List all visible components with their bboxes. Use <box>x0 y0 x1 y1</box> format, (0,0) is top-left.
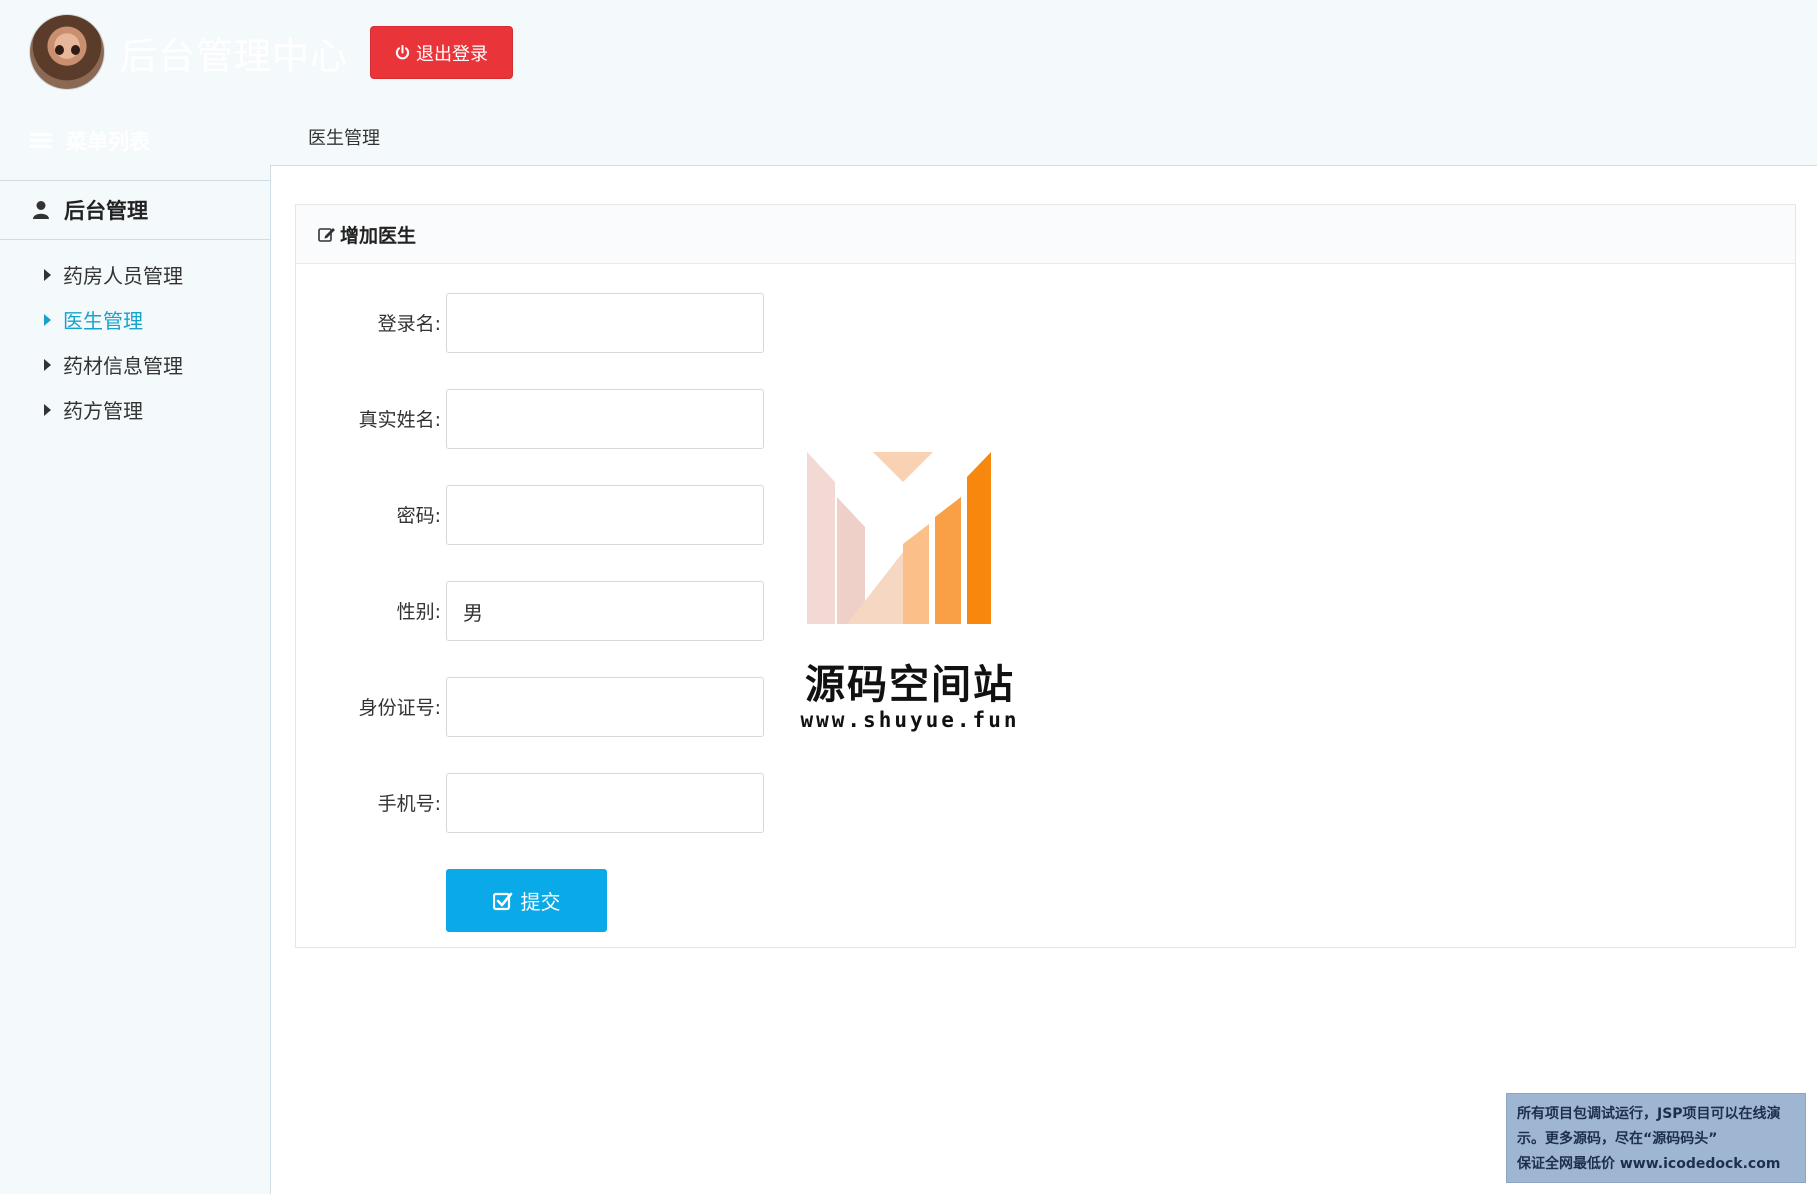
sidebar-item-label: 药方管理 <box>63 399 143 423</box>
caret-right-icon <box>44 268 51 281</box>
add-doctor-panel: 增加医生 登录名: 真实姓名: 密码: 性别: 身份证号: 手机号: <box>295 204 1796 948</box>
sidebar-item-prescriptions[interactable]: 药方管理 <box>0 387 270 432</box>
sidebar-list: 药房人员管理 医生管理 药材信息管理 药方管理 <box>0 240 270 432</box>
sidebar-item-label: 医生管理 <box>63 309 143 333</box>
menu-heading-label: 菜单列表 <box>66 130 150 154</box>
edit-icon <box>318 228 335 242</box>
real-name-label: 真实姓名: <box>358 409 441 431</box>
submit-label: 提交 <box>520 890 561 914</box>
watermark-logo: 源码空间站 www.shuyue.fun <box>795 452 1030 742</box>
top-header: 后台管理中心 退出登录 <box>0 0 1817 100</box>
panel-title: 增加医生 <box>340 224 417 247</box>
user-avatar <box>30 15 104 89</box>
check-square-icon <box>492 892 512 910</box>
panel-header: 增加医生 <box>296 205 1795 264</box>
password-label: 密码: <box>396 505 441 527</box>
menu-heading: 菜单列表 <box>30 126 150 156</box>
caret-right-icon <box>44 403 51 416</box>
watermark-logo-icon <box>807 452 991 624</box>
gender-label: 性别: <box>396 601 441 623</box>
gender-input[interactable] <box>446 581 764 641</box>
notice-line-3: 保证全网最低价 www.icodedock.com <box>1517 1156 1781 1172</box>
id-number-input[interactable] <box>446 677 764 737</box>
login-name-row: 登录名: <box>296 293 996 355</box>
sidebar-group-admin[interactable]: 后台管理 <box>0 181 270 240</box>
id-number-label: 身份证号: <box>358 697 441 719</box>
main-content: 增加医生 登录名: 真实姓名: 密码: 性别: 身份证号: 手机号: <box>270 165 1817 1194</box>
notice-line-2: 示。更多源码，尽在“源码码头” <box>1517 1131 1718 1147</box>
sidebar: 后台管理 药房人员管理 医生管理 药材信息管理 药方管理 <box>0 180 270 1194</box>
submit-button[interactable]: 提交 <box>446 869 607 932</box>
phone-label: 手机号: <box>377 793 441 815</box>
notice-line-1: 所有项目包调试运行，JSP项目可以在线演 <box>1517 1106 1781 1122</box>
password-input[interactable] <box>446 485 764 545</box>
logout-button[interactable]: 退出登录 <box>370 26 513 79</box>
app-title: 后台管理中心 <box>120 35 348 78</box>
phone-input[interactable] <box>446 773 764 833</box>
sidebar-item-doctors[interactable]: 医生管理 <box>0 297 270 342</box>
sidebar-item-label: 药材信息管理 <box>63 354 183 378</box>
sidebar-item-herbs[interactable]: 药材信息管理 <box>0 342 270 387</box>
login-name-input[interactable] <box>446 293 764 353</box>
login-name-label: 登录名: <box>377 313 441 335</box>
sidebar-item-pharmacy-staff[interactable]: 药房人员管理 <box>0 252 270 297</box>
watermark-name: 源码空间站 <box>805 662 1015 708</box>
menu-icon <box>30 133 52 149</box>
phone-row: 手机号: <box>296 773 996 835</box>
breadcrumb: 医生管理 <box>308 128 380 149</box>
sidebar-group-label: 后台管理 <box>64 199 148 223</box>
user-icon <box>33 201 49 219</box>
real-name-row: 真实姓名: <box>296 389 996 451</box>
caret-right-icon <box>44 358 51 371</box>
caret-right-icon <box>44 313 51 326</box>
logout-label: 退出登录 <box>416 43 488 65</box>
notice-banner: 所有项目包调试运行，JSP项目可以在线演 示。更多源码，尽在“源码码头” 保证全… <box>1506 1093 1806 1183</box>
sidebar-item-label: 药房人员管理 <box>63 264 183 288</box>
watermark-url: www.shuyue.fun <box>800 708 1020 732</box>
real-name-input[interactable] <box>446 389 764 449</box>
power-icon <box>395 45 410 60</box>
